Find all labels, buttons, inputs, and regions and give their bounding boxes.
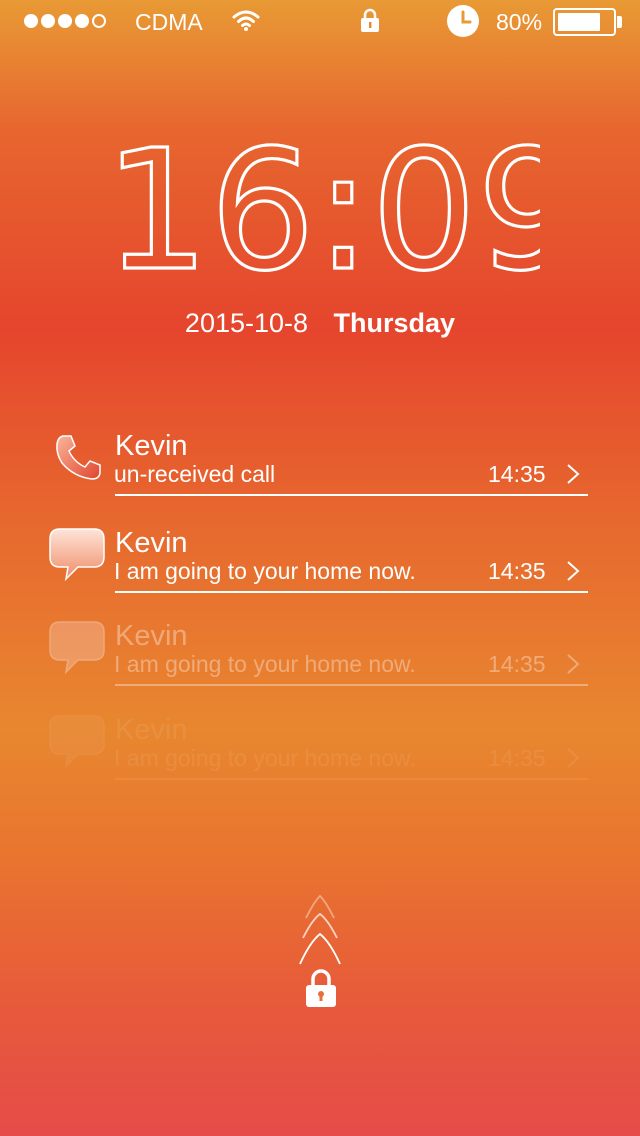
notification-item[interactable]: Kevin I am going to your home now. 14:35: [48, 714, 590, 804]
notification-message: I am going to your home now.: [114, 651, 416, 677]
carrier-name: CDMA: [135, 9, 203, 35]
battery-cap: [617, 16, 622, 28]
date-text: 2015-10-8: [184, 308, 309, 338]
weekday-text: Thursday: [333, 308, 456, 338]
chevron-right-icon[interactable]: [566, 653, 580, 675]
chevron-right-icon[interactable]: [566, 560, 580, 582]
clock-icon: [447, 5, 479, 37]
battery-icon: [553, 8, 625, 36]
battery-percent: 80%: [496, 9, 543, 35]
notification-time: 14:35: [488, 745, 546, 771]
unlock-icon[interactable]: [305, 968, 337, 1008]
phone-icon: [56, 435, 101, 480]
notification-divider: [115, 684, 588, 686]
signal-dot: [24, 14, 38, 28]
notification-item[interactable]: Kevin I am going to your home now. 14:35: [48, 527, 590, 617]
notification-sender: Kevin: [115, 430, 188, 462]
notification-item[interactable]: Kevin I am going to your home now. 14:35: [48, 620, 590, 710]
signal-dot: [41, 14, 55, 28]
signal-dot: [58, 14, 72, 28]
message-bubble-icon: [49, 715, 105, 768]
signal-dot: [75, 14, 89, 28]
battery-fill: [558, 13, 600, 31]
lock-screen-time: 16:09: [102, 140, 540, 272]
chevron-right-icon[interactable]: [566, 463, 580, 485]
signal-strength-icon: [24, 12, 106, 30]
notification-message: I am going to your home now.: [114, 745, 416, 771]
chevron-right-icon[interactable]: [566, 747, 580, 769]
notification-message: I am going to your home now.: [114, 558, 416, 584]
notification-message: un-received call: [114, 461, 276, 487]
notification-divider: [115, 591, 588, 593]
swipe-up-arrows-icon: [299, 894, 341, 965]
date-row: 2015-10-8 Thursday: [0, 306, 640, 340]
notification-time: 14:35: [488, 558, 546, 584]
wifi-icon: [232, 10, 260, 31]
time-text: 16:09: [104, 140, 540, 272]
notification-divider: [115, 778, 588, 780]
signal-dot: [92, 14, 106, 28]
notification-divider: [115, 494, 588, 496]
message-bubble-icon: [49, 528, 105, 581]
notification-time: 14:35: [488, 461, 546, 487]
notification-time: 14:35: [488, 651, 546, 677]
notification-sender: Kevin: [115, 527, 188, 559]
notification-item[interactable]: Kevin un-received call 14:35: [48, 430, 590, 520]
status-bar: CDMA 80%: [0, 0, 640, 44]
lock-icon: [361, 8, 379, 32]
notification-sender: Kevin: [115, 714, 188, 746]
message-bubble-icon: [49, 621, 105, 674]
notification-sender: Kevin: [115, 620, 188, 652]
